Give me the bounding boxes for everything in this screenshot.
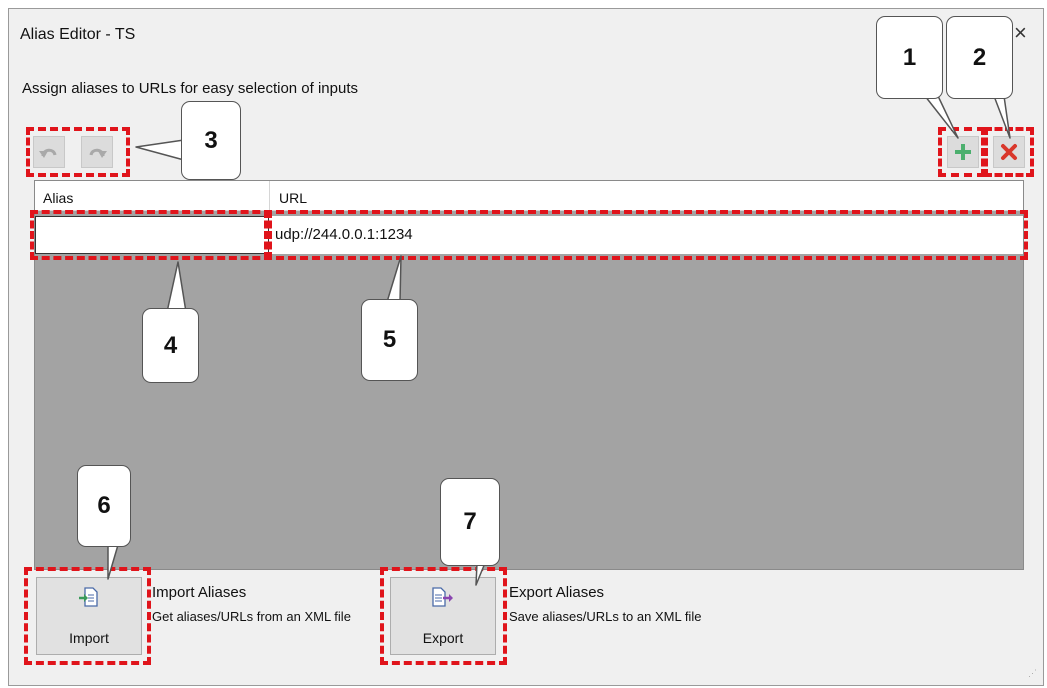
highlight-delete — [984, 127, 1034, 177]
export-title: Export Aliases — [509, 584, 605, 601]
resize-grip[interactable]: ⋰ — [1028, 668, 1037, 679]
callout-3: 3 — [181, 101, 241, 180]
highlight-add — [938, 127, 985, 177]
callout-7: 7 — [440, 478, 500, 566]
import-title: Import Aliases — [152, 584, 247, 601]
table-header: Alias URL — [35, 181, 1023, 211]
subtitle: Assign aliases to URLs for easy selectio… — [22, 80, 358, 97]
highlight-undo-redo — [26, 127, 130, 177]
export-description: Save aliases/URLs to an XML file — [509, 609, 702, 624]
callout-2: 2 — [946, 16, 1013, 99]
highlight-alias-cell — [30, 210, 272, 260]
callout-6: 6 — [77, 465, 131, 547]
callout-5: 5 — [361, 299, 418, 381]
highlight-export — [380, 567, 507, 665]
callout-1: 1 — [876, 16, 943, 99]
close-icon[interactable]: × — [1014, 20, 1027, 46]
highlight-import — [24, 567, 151, 665]
column-divider[interactable] — [269, 181, 270, 211]
column-header-url[interactable]: URL — [271, 181, 971, 211]
window-title: Alias Editor - TS — [20, 26, 136, 43]
import-description: Get aliases/URLs from an XML file — [152, 609, 351, 624]
highlight-url-cell — [264, 210, 1028, 260]
column-header-alias[interactable]: Alias — [35, 181, 269, 211]
callout-4: 4 — [142, 308, 199, 383]
